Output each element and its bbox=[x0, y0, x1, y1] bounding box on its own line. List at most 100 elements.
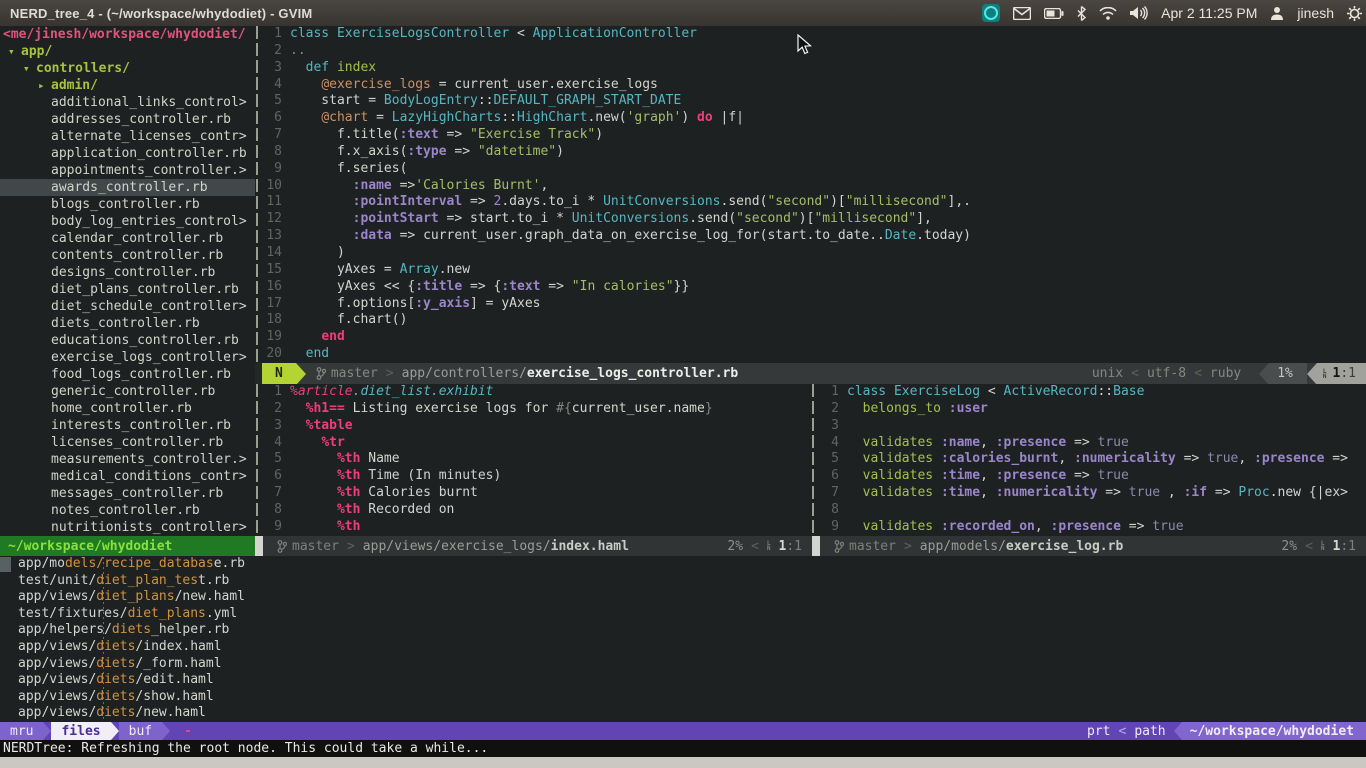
tree-item[interactable]: ▸admin/ bbox=[0, 77, 255, 94]
code-line[interactable]: 5 validates :calories_burnt, :numericali… bbox=[815, 451, 1366, 468]
code-line[interactable]: 9 validates :recorded_on, :presence => t… bbox=[815, 519, 1366, 536]
statusline-view-window[interactable]: master app/views/exercise_logs/index.ham… bbox=[255, 536, 812, 556]
code-line[interactable]: 15 yAxes = Array.new bbox=[262, 262, 1366, 279]
code-line[interactable]: 13 :data => current_user.graph_data_on_e… bbox=[262, 228, 1366, 245]
tree-closed-arrow-icon[interactable]: ▸ bbox=[38, 77, 51, 94]
code-line[interactable]: 2 %h1== Listing exercise logs for #{curr… bbox=[262, 401, 810, 418]
tree-item[interactable]: notes_controller.rb bbox=[0, 502, 255, 519]
tree-item[interactable]: measurements_controller.> bbox=[0, 451, 255, 468]
tree-item[interactable]: application_controller.rb bbox=[0, 145, 255, 162]
code-line[interactable]: 5 start = BodyLogEntry::DEFAULT_GRAPH_ST… bbox=[262, 93, 1366, 110]
ctrlp-result-row[interactable]: app/helpers/diets_helper.rb bbox=[0, 622, 1366, 639]
tree-item[interactable]: home_controller.rb bbox=[0, 400, 255, 417]
code-line[interactable]: 1class ExerciseLogsController < Applicat… bbox=[262, 26, 1366, 43]
tree-item[interactable]: contents_controller.rb bbox=[0, 247, 255, 264]
tree-item[interactable]: ▾app/ bbox=[0, 43, 255, 60]
tree-item[interactable]: nutritionists_controller> bbox=[0, 519, 255, 536]
code-line[interactable]: 8 f.x_axis(:type => "datetime") bbox=[262, 144, 1366, 161]
ctrlp-result-row[interactable]: app/views/diet_plans/new.haml bbox=[0, 589, 1366, 606]
tree-item[interactable]: alternate_licenses_contr> bbox=[0, 128, 255, 145]
ctrlp-result-row[interactable]: app/models/recipe_database.rb bbox=[0, 556, 1366, 573]
user-icon[interactable] bbox=[1270, 6, 1284, 20]
code-line[interactable]: 1%article.diet_list.exhibit bbox=[262, 384, 810, 401]
ctrlp-result-list[interactable]: app/models/recipe_database.rbtest/unit/d… bbox=[0, 556, 1366, 722]
tree-item[interactable]: diet_plans_controller.rb bbox=[0, 281, 255, 298]
tree-item[interactable]: body_log_entries_control> bbox=[0, 213, 255, 230]
tree-item[interactable]: ▾controllers/ bbox=[0, 60, 255, 77]
code-window-view[interactable]: 1%article.diet_list.exhibit2 %h1== Listi… bbox=[262, 384, 810, 536]
tree-item[interactable]: messages_controller.rb bbox=[0, 485, 255, 502]
statusline-model-window[interactable]: master app/models/exercise_log.rb 2% 1:1 bbox=[812, 536, 1366, 556]
window-separator[interactable] bbox=[256, 384, 258, 536]
code-line[interactable]: 3 %table bbox=[262, 418, 810, 435]
tree-open-arrow-icon[interactable]: ▾ bbox=[23, 60, 36, 77]
tree-item[interactable]: food_logs_controller.rb bbox=[0, 366, 255, 383]
ctrlp-result-row[interactable]: app/views/diets/new.haml bbox=[0, 705, 1366, 722]
tree-item[interactable]: medical_conditions_contr> bbox=[0, 468, 255, 485]
code-line[interactable]: 5 %th Name bbox=[262, 451, 810, 468]
code-line[interactable]: 2.. bbox=[262, 43, 1366, 60]
tree-item[interactable]: awards_controller.rb bbox=[0, 179, 255, 196]
code-line[interactable]: 12 :pointStart => start.to_i * UnitConve… bbox=[262, 211, 1366, 228]
code-line[interactable]: 8 %th Recorded on bbox=[262, 502, 810, 519]
tree-item[interactable]: exercise_logs_controller> bbox=[0, 349, 255, 366]
nerdtree-panel[interactable]: <me/jinesh/workspace/whydodiet/▾app/▾con… bbox=[0, 26, 255, 536]
ctrlp-result-row[interactable]: test/unit/diet_plan_test.rb bbox=[0, 573, 1366, 590]
code-line[interactable]: 17 f.options[:y_axis] = yAxes bbox=[262, 296, 1366, 313]
code-line[interactable]: 14 ) bbox=[262, 245, 1366, 262]
session-user[interactable]: jinesh bbox=[1297, 5, 1334, 21]
power-gear-icon[interactable] bbox=[1347, 6, 1362, 21]
statusline-active[interactable]: N master app/controllers/exercise_logs_c… bbox=[255, 363, 1366, 384]
volume-icon[interactable] bbox=[1130, 6, 1148, 20]
tree-item[interactable]: licenses_controller.rb bbox=[0, 434, 255, 451]
tree-item[interactable]: appointments_controller.> bbox=[0, 162, 255, 179]
bluetooth-icon[interactable] bbox=[1077, 6, 1086, 21]
ctrlp-result-row[interactable]: app/views/diets/_form.haml bbox=[0, 656, 1366, 673]
code-window-model[interactable]: 1class ExerciseLog < ActiveRecord::Base2… bbox=[815, 384, 1366, 536]
wifi-icon[interactable] bbox=[1099, 7, 1117, 20]
code-line[interactable]: 3 def index bbox=[262, 60, 1366, 77]
tree-item[interactable]: generic_controller.rb bbox=[0, 383, 255, 400]
code-line[interactable]: 6 %th Time (In minutes) bbox=[262, 468, 810, 485]
code-line[interactable]: 18 f.chart() bbox=[262, 312, 1366, 329]
code-line[interactable]: 9 f.series( bbox=[262, 161, 1366, 178]
code-line[interactable]: 20 end bbox=[262, 346, 1366, 363]
tree-item[interactable]: <me/jinesh/workspace/whydodiet/ bbox=[0, 26, 255, 43]
code-line[interactable]: 4 validates :name, :presence => true bbox=[815, 435, 1366, 452]
code-line[interactable]: 16 yAxes << {:title => {:text => "In cal… bbox=[262, 279, 1366, 296]
code-line[interactable]: 10 :name =>'Calories Burnt', bbox=[262, 178, 1366, 195]
tree-item[interactable]: designs_controller.rb bbox=[0, 264, 255, 281]
code-line[interactable]: 7 f.title(:text => "Exercise Track") bbox=[262, 127, 1366, 144]
tree-item[interactable]: diets_controller.rb bbox=[0, 315, 255, 332]
tree-item[interactable]: addresses_controller.rb bbox=[0, 111, 255, 128]
tree-item[interactable]: diet_schedule_controller> bbox=[0, 298, 255, 315]
code-line[interactable]: 6 validates :time, :presence => true bbox=[815, 468, 1366, 485]
app-indicator-icon[interactable] bbox=[982, 4, 1000, 22]
code-line[interactable]: 2 belongs_to :user bbox=[815, 401, 1366, 418]
code-window-controller[interactable]: 1class ExerciseLogsController < Applicat… bbox=[262, 26, 1366, 363]
window-separator[interactable] bbox=[812, 384, 814, 536]
clock[interactable]: Apr 2 11:25 PM bbox=[1161, 5, 1257, 21]
tree-item[interactable]: interests_controller.rb bbox=[0, 417, 255, 434]
tree-item[interactable]: calendar_controller.rb bbox=[0, 230, 255, 247]
code-line[interactable]: 8 bbox=[815, 502, 1366, 519]
statusline-nerdtree[interactable]: ~/workspace/whydodiet bbox=[0, 536, 255, 556]
code-line[interactable]: 3 bbox=[815, 418, 1366, 435]
ctrlp-result-row[interactable]: app/views/diets/index.haml bbox=[0, 639, 1366, 656]
code-line[interactable]: 4 @exercise_logs = current_user.exercise… bbox=[262, 77, 1366, 94]
code-line[interactable]: 1class ExerciseLog < ActiveRecord::Base bbox=[815, 384, 1366, 401]
ctrlp-result-row[interactable]: test/fixtures/diet_plans.yml bbox=[0, 606, 1366, 623]
code-line[interactable]: 4 %tr bbox=[262, 435, 810, 452]
tree-open-arrow-icon[interactable]: ▾ bbox=[8, 43, 21, 60]
code-line[interactable]: 7 %th Calories burnt bbox=[262, 485, 810, 502]
window-separator[interactable] bbox=[256, 26, 258, 363]
code-line[interactable]: 6 @chart = LazyHighCharts::HighChart.new… bbox=[262, 110, 1366, 127]
code-line[interactable]: 7 validates :time, :numericality => true… bbox=[815, 485, 1366, 502]
window-titlebar[interactable]: NERD_tree_4 - (~/workspace/whydodiet) - … bbox=[0, 0, 1366, 26]
ctrlp-result-row[interactable]: app/views/diets/show.haml bbox=[0, 689, 1366, 706]
code-line[interactable]: 9 %th bbox=[262, 519, 810, 536]
tree-item[interactable]: educations_controller.rb bbox=[0, 332, 255, 349]
battery-icon[interactable] bbox=[1044, 8, 1064, 19]
mail-icon[interactable] bbox=[1013, 7, 1031, 20]
code-line[interactable]: 19 end bbox=[262, 329, 1366, 346]
